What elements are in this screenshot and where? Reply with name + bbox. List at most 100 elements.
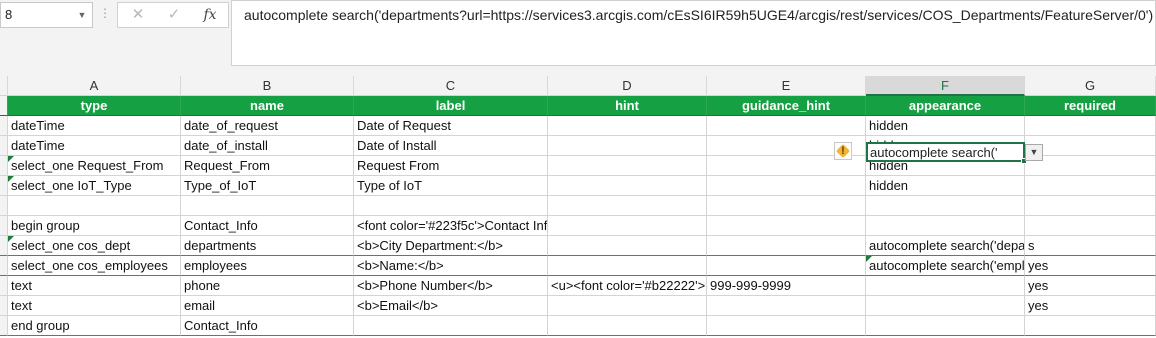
cell-f[interactable]: appearance (866, 96, 1025, 116)
enter-icon[interactable]: ✓ (160, 5, 188, 25)
cell-a[interactable]: begin group (8, 216, 181, 236)
cell-c[interactable] (354, 196, 548, 216)
cell-g[interactable]: yes (1025, 296, 1156, 316)
cell-a[interactable]: type (8, 96, 181, 116)
cell-f[interactable] (866, 296, 1025, 316)
cell-a[interactable]: text (8, 276, 181, 296)
cell-b[interactable]: Request_From (181, 156, 354, 176)
row-header[interactable] (0, 216, 8, 236)
cell-b[interactable]: name (181, 96, 354, 116)
cell-c[interactable]: <b>Email</b> (354, 296, 548, 316)
cell-d[interactable] (548, 156, 707, 176)
chevron-down-icon[interactable]: ▼ (75, 7, 89, 23)
cell-g[interactable]: s (1025, 236, 1156, 256)
cell-d[interactable] (548, 236, 707, 256)
cell-a[interactable]: select_one Request_From (8, 156, 181, 176)
formula-input[interactable]: autocomplete search('departments?url=htt… (231, 0, 1156, 66)
cell-e[interactable] (707, 196, 866, 216)
cell-d[interactable] (548, 196, 707, 216)
cell-c[interactable]: Date of Request (354, 116, 548, 136)
cell-g[interactable]: yes (1025, 256, 1156, 276)
column-header-a[interactable]: A (8, 76, 181, 96)
cell-b[interactable]: employees (181, 256, 354, 276)
cell-g[interactable] (1025, 196, 1156, 216)
cell-a[interactable] (8, 196, 181, 216)
row-header[interactable] (0, 156, 8, 176)
cell-c[interactable] (354, 316, 548, 336)
cell-c[interactable]: label (354, 96, 548, 116)
cell-b[interactable]: date_of_request (181, 116, 354, 136)
cell-d[interactable]: hint (548, 96, 707, 116)
cell-a[interactable]: end group (8, 316, 181, 336)
cell-d[interactable] (548, 136, 707, 156)
cell-f[interactable]: hidden (866, 116, 1025, 136)
cell-g[interactable] (1025, 156, 1156, 176)
cell-g[interactable] (1025, 216, 1156, 236)
cell-d[interactable] (548, 116, 707, 136)
name-box[interactable]: 8 ▼ (0, 2, 93, 28)
cell-d[interactable] (548, 256, 707, 276)
column-header-f[interactable]: F (866, 76, 1025, 96)
cell-g[interactable]: yes (1025, 276, 1156, 296)
cell-e[interactable] (707, 236, 866, 256)
cell-f[interactable] (866, 316, 1025, 336)
cell-a[interactable]: dateTime (8, 136, 181, 156)
column-header-b[interactable]: B (181, 76, 354, 96)
row-header[interactable] (0, 236, 8, 256)
cell-g[interactable] (1025, 316, 1156, 336)
cell-a[interactable]: select_one IoT_Type (8, 176, 181, 196)
cell-e[interactable] (707, 176, 866, 196)
cell-c[interactable]: <font color='#223f5c'>Contact Info:<font… (354, 216, 548, 236)
cell-f[interactable] (866, 276, 1025, 296)
cell-g[interactable] (1025, 176, 1156, 196)
row-header[interactable] (0, 256, 8, 276)
cell-c[interactable]: Type of IoT (354, 176, 548, 196)
error-warning-icon[interactable]: ! (834, 142, 852, 160)
cell-b[interactable]: Type_of_IoT (181, 176, 354, 196)
cell-e[interactable] (707, 296, 866, 316)
cell-f[interactable] (866, 216, 1025, 236)
row-header[interactable] (0, 96, 8, 116)
row-header[interactable] (0, 316, 8, 336)
cell-c[interactable]: <b>Name:</b> (354, 256, 548, 276)
cancel-icon[interactable]: ✕ (124, 5, 152, 25)
cell-f[interactable]: autocomplete search('employees (866, 256, 1025, 276)
selected-cell-f8[interactable]: autocomplete search('departments?url=htt… (866, 142, 1027, 164)
cell-b[interactable] (181, 196, 354, 216)
cell-f[interactable]: autocomplete search('departments?url=htt… (866, 236, 1025, 256)
row-header[interactable] (0, 136, 8, 156)
row-header[interactable] (0, 276, 8, 296)
column-header-d[interactable]: D (548, 76, 707, 96)
cell-dropdown-button[interactable]: ▼ (1025, 144, 1043, 161)
cell-b[interactable]: date_of_install (181, 136, 354, 156)
cell-a[interactable]: text (8, 296, 181, 316)
cell-g[interactable] (1025, 136, 1156, 156)
cell-b[interactable]: phone (181, 276, 354, 296)
cell-d[interactable] (548, 216, 707, 236)
cell-f[interactable]: hidden (866, 176, 1025, 196)
row-header[interactable] (0, 196, 8, 216)
cell-e[interactable] (707, 116, 866, 136)
cell-d[interactable]: <u><font color='#b22222'> (548, 276, 707, 296)
more-options-icon[interactable]: ⋮ (99, 6, 111, 20)
cell-d[interactable] (548, 316, 707, 336)
cell-d[interactable] (548, 296, 707, 316)
cell-c[interactable]: <b>City Department:</b> (354, 236, 548, 256)
column-header-g[interactable]: G (1025, 76, 1156, 96)
cell-a[interactable]: select_one cos_dept (8, 236, 181, 256)
column-header-c[interactable]: C (354, 76, 548, 96)
cell-c[interactable]: Request From (354, 156, 548, 176)
row-header[interactable] (0, 116, 8, 136)
cell-e[interactable]: guidance_hint (707, 96, 866, 116)
select-all-corner[interactable] (0, 76, 8, 96)
cell-b[interactable]: Contact_Info (181, 216, 354, 236)
cell-g[interactable]: required (1025, 96, 1156, 116)
insert-function-icon[interactable]: fx (196, 5, 224, 25)
cell-f[interactable] (866, 196, 1025, 216)
row-header[interactable] (0, 176, 8, 196)
cell-b[interactable]: Contact_Info (181, 316, 354, 336)
cell-d[interactable] (548, 176, 707, 196)
cell-b[interactable]: departments (181, 236, 354, 256)
cell-e[interactable] (707, 256, 866, 276)
cell-c[interactable]: <b>Phone Number</b> (354, 276, 548, 296)
